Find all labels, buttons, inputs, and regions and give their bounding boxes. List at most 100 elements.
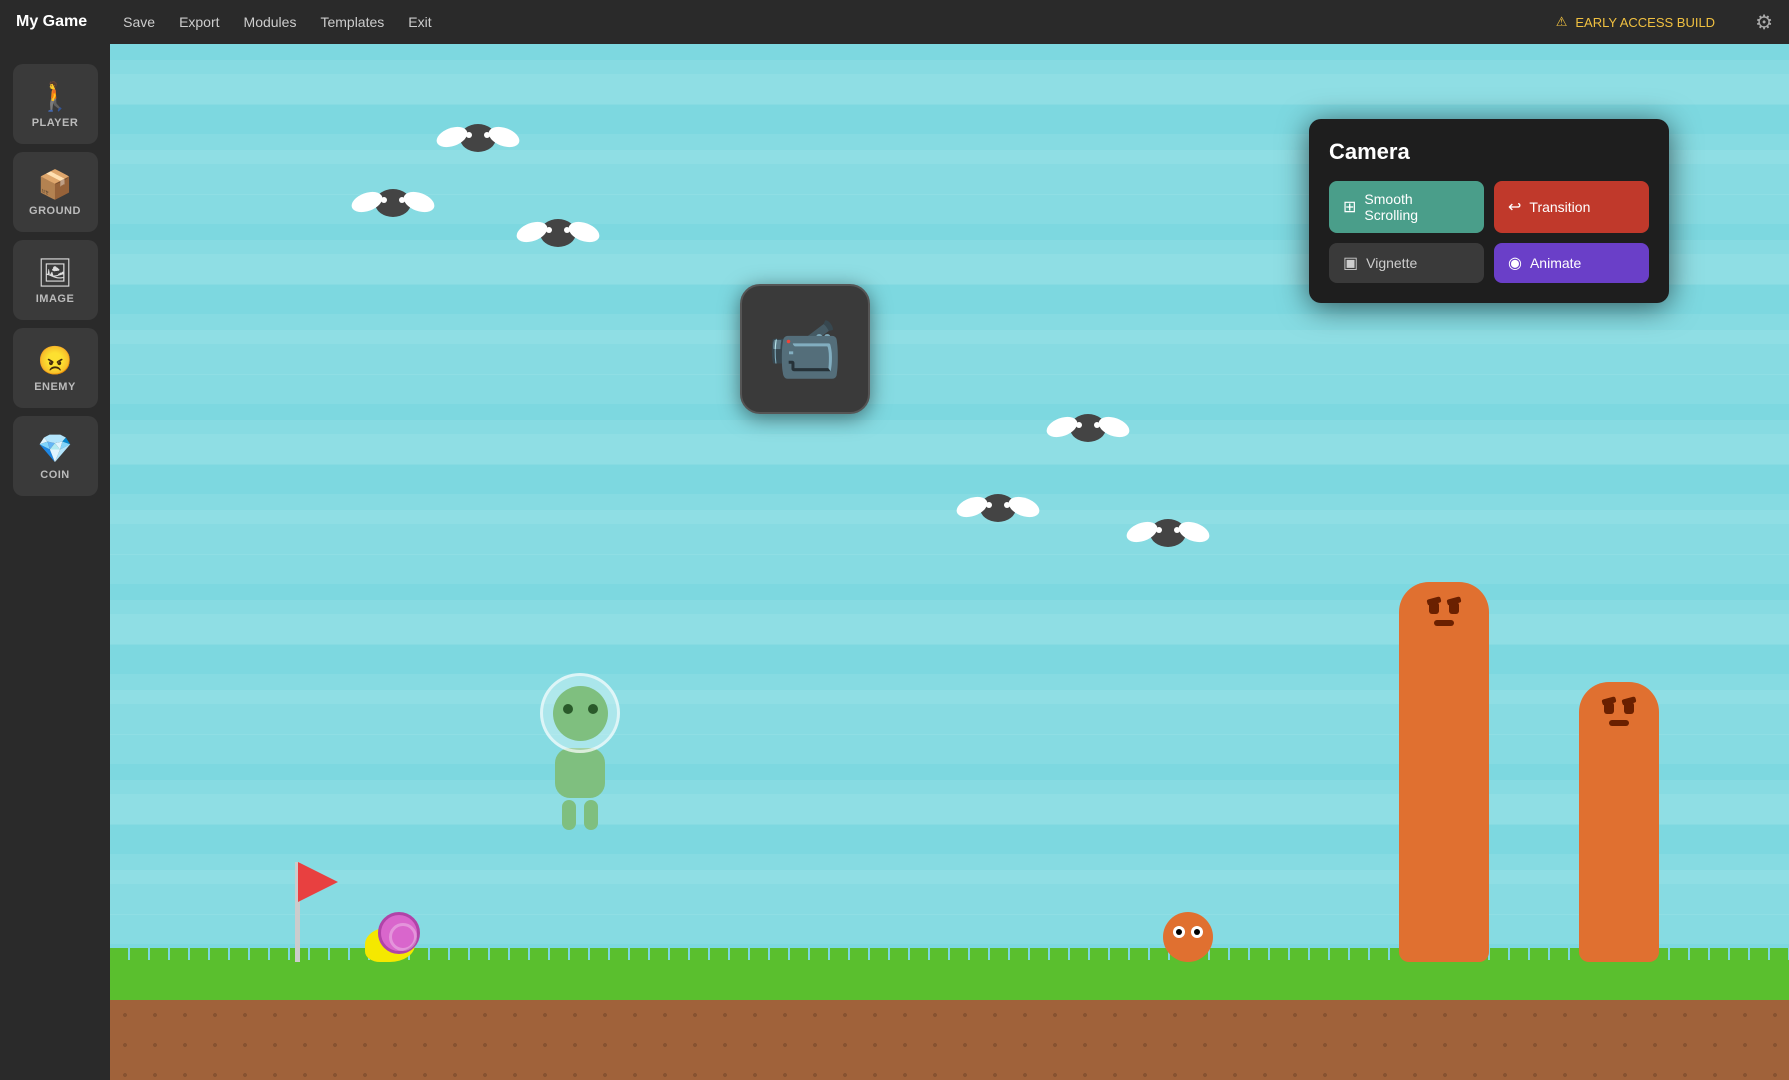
orange-pillar-short [1579,682,1659,962]
top-navigation: My Game Save Export Modules Templates Ex… [0,0,1789,44]
transition-button[interactable]: ↩ Transition [1494,181,1649,233]
tool-ground-label: GROUND [29,205,81,217]
tool-coin[interactable]: 💎 COIN [13,416,98,496]
ground-dirt [110,1000,1789,1080]
main-area: 🚶 PLAYER 📦 GROUND 🖼 IMAGE 😠 ENEMY 💎 COIN [0,44,1789,1080]
bat-enemy-5 [980,494,1016,522]
bat-body-3 [540,219,576,247]
tool-coin-label: COIN [40,469,70,481]
small-orange-eye-left [1173,926,1185,938]
smooth-scrolling-icon: ⊞ [1343,197,1356,217]
image-icon: 🖼 [37,256,73,289]
astronaut-helmet [540,673,620,753]
bat-enemy-2 [375,189,411,217]
tool-image-label: IMAGE [36,293,75,305]
astronaut-face [553,686,608,741]
astro-left-eye [563,704,573,714]
bat-enemy-1 [460,124,496,152]
vignette-button[interactable]: ▣ Vignette [1329,243,1484,283]
transition-icon: ↩ [1508,197,1521,217]
game-title: My Game [16,13,87,31]
smooth-scrolling-label: Smooth Scrolling [1364,191,1470,223]
ground-grass [110,960,1789,1000]
player-icon: 🚶 [38,80,73,113]
animate-label: Animate [1530,255,1581,271]
bat-enemy-3 [540,219,576,247]
bat-enemy-4 [1070,414,1106,442]
camera-video-icon: 📹 [768,314,843,385]
pillar-tall-eye-right [1449,602,1459,614]
bat-eye-2-right [399,197,405,203]
nav-templates[interactable]: Templates [320,14,384,30]
flag-banner [298,862,338,902]
bat-eye-6-left [1156,527,1162,533]
tool-ground[interactable]: 📦 GROUND [13,152,98,232]
astro-leg-left [562,800,576,830]
bat-eye-6-right [1174,527,1180,533]
left-toolbar: 🚶 PLAYER 📦 GROUND 🖼 IMAGE 😠 ENEMY 💎 COIN [0,44,110,1080]
pillar-tall-eye-left [1429,602,1439,614]
tool-enemy[interactable]: 😠 ENEMY [13,328,98,408]
orange-pillar-tall [1399,582,1489,962]
pillar-short-eye-right [1624,702,1634,714]
transition-label: Transition [1529,199,1590,215]
animate-icon: ◉ [1508,253,1522,273]
warning-icon: ⚠ [1556,14,1568,30]
astronaut-legs [540,800,620,830]
bat-eye-3-right [564,227,570,233]
pillar-tall-mouth [1434,620,1454,626]
bat-eye-4-left [1076,422,1082,428]
nav-save[interactable]: Save [123,14,155,30]
snail-body [365,927,415,962]
player-character [365,927,415,962]
bat-eye-5-left [986,502,992,508]
astro-leg-right [584,800,598,830]
bat-body-2 [375,189,411,217]
pillar-short-face [1599,702,1639,732]
small-orange-eye-right [1191,926,1203,938]
game-canvas[interactable]: 📹 [110,44,1789,1080]
camera-panel-title: Camera [1329,139,1649,165]
smooth-scrolling-button[interactable]: ⊞ Smooth Scrolling [1329,181,1484,233]
tool-player[interactable]: 🚶 PLAYER [13,64,98,144]
astronaut-body [555,748,605,798]
bat-eye-2-left [381,197,387,203]
bat-eye-5-right [1004,502,1010,508]
vignette-icon: ▣ [1343,253,1358,273]
pillar-short-mouth [1609,720,1629,726]
bat-enemy-6 [1150,519,1186,547]
animate-button[interactable]: ◉ Animate [1494,243,1649,283]
astronaut-character [540,673,620,830]
enemy-icon: 😠 [38,344,73,377]
bat-eye-1-left [466,132,472,138]
vignette-label: Vignette [1366,255,1417,271]
ground-icon: 📦 [38,168,73,201]
nav-modules[interactable]: Modules [244,14,297,30]
pillar-short-eye-left [1604,702,1614,714]
early-access-label: ⚠ EARLY ACCESS BUILD [1556,14,1715,30]
pillar-tall-eyes [1424,602,1464,614]
snail-shell [378,912,420,954]
coin-icon: 💎 [38,432,73,465]
pillar-short-eyes [1599,702,1639,714]
bat-body-6 [1150,519,1186,547]
settings-icon[interactable]: ⚙ [1755,10,1773,35]
camera-panel-buttons: ⊞ Smooth Scrolling ↩ Transition ▣ Vignet… [1329,181,1649,283]
bat-body-4 [1070,414,1106,442]
bat-eye-3-left [546,227,552,233]
camera-panel: Camera ⊞ Smooth Scrolling ↩ Transition ▣… [1309,119,1669,303]
nav-export[interactable]: Export [179,14,219,30]
bat-eye-4-right [1094,422,1100,428]
bat-body-1 [460,124,496,152]
small-orange-enemy [1163,912,1213,962]
astro-right-eye [588,704,598,714]
nav-exit[interactable]: Exit [408,14,431,30]
tool-player-label: PLAYER [32,117,79,129]
camera-object[interactable]: 📹 [740,284,870,414]
bat-eye-1-right [484,132,490,138]
pillar-tall-face [1424,602,1464,632]
small-orange-body [1163,912,1213,962]
tool-enemy-label: ENEMY [34,381,76,393]
bat-body-5 [980,494,1016,522]
tool-image[interactable]: 🖼 IMAGE [13,240,98,320]
